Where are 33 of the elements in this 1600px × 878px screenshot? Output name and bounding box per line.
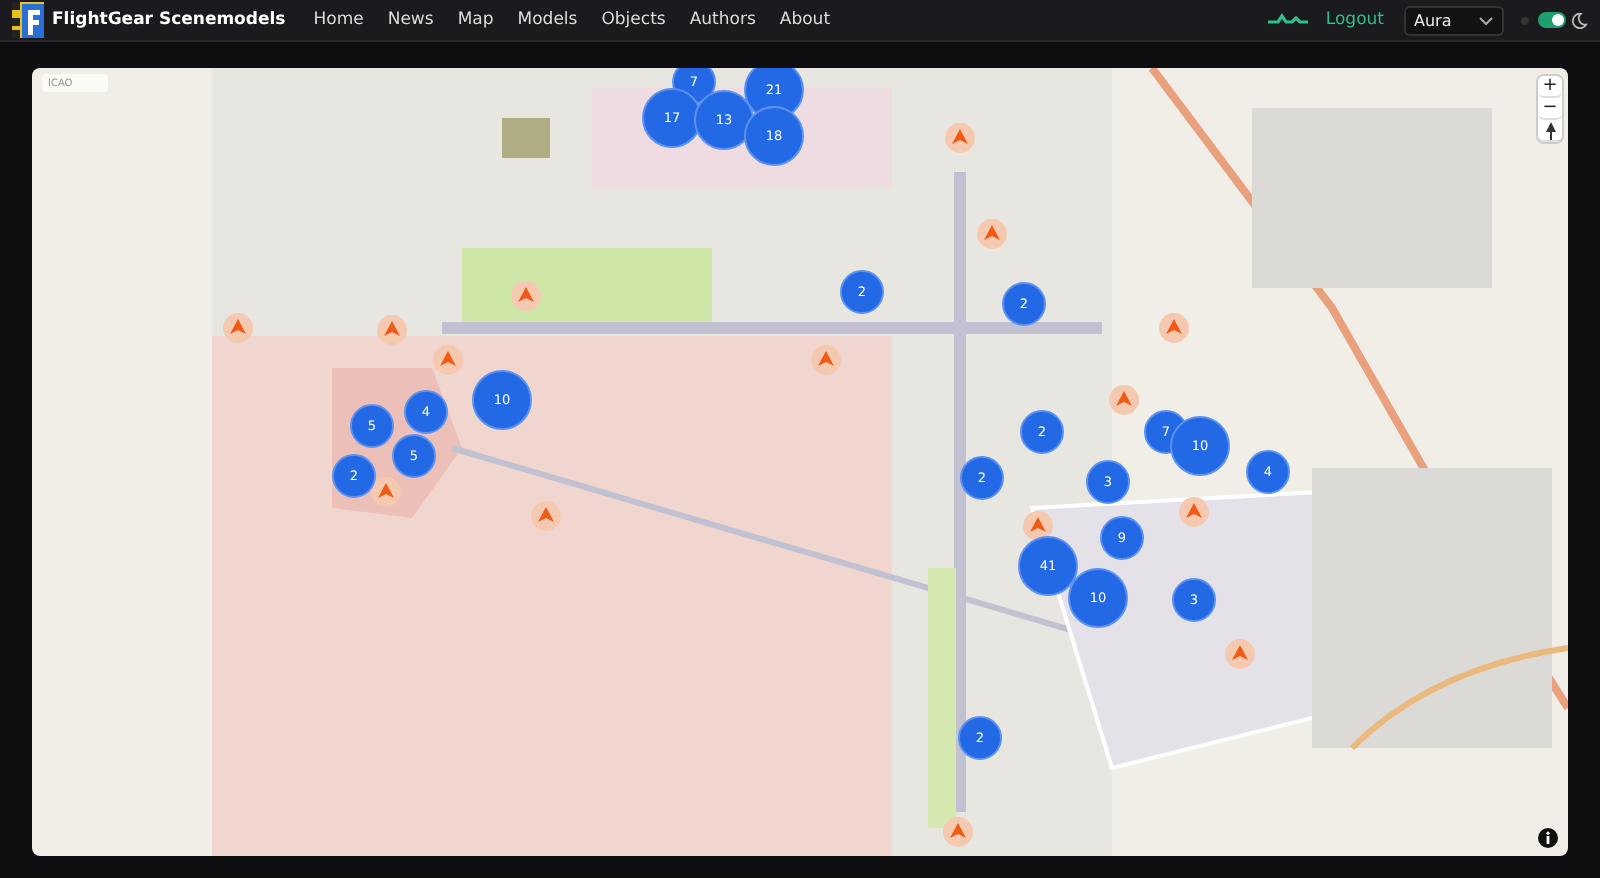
airport-marker-icon[interactable] [510,280,542,312]
airport-marker-icon[interactable] [810,344,842,376]
zoom-in-button[interactable]: + [1538,76,1562,98]
airport-marker-icon[interactable] [1108,384,1140,416]
chevron-icon [1478,15,1494,25]
moon-icon [1570,11,1588,29]
airport-marker-icon[interactable] [1158,312,1190,344]
airport-marker-icon[interactable] [530,500,562,532]
nav-link[interactable]: News [387,10,434,30]
logout-link[interactable]: Logout [1325,10,1384,30]
theme-select[interactable]: Aura [1404,5,1504,35]
north-arrow-icon [1545,121,1555,139]
brand-title[interactable]: FlightGear Scenemodels [52,10,286,30]
nav-link[interactable]: Objects [601,10,666,30]
airport-marker-icon[interactable] [1224,638,1256,670]
airport-marker-icon[interactable] [942,816,974,848]
nav-link[interactable]: Map [457,10,494,30]
airport-marker-icon[interactable] [944,122,976,154]
airport-marker-icon[interactable] [976,218,1008,250]
info-icon[interactable] [1538,828,1558,848]
nav-link[interactable]: Authors [689,10,756,30]
airport-marker-icon[interactable] [432,344,464,376]
north-arrow-button[interactable] [1538,120,1562,142]
dark-mode-toggle[interactable] [1538,12,1566,28]
airport-marker-icon[interactable] [1022,510,1054,542]
nav-link[interactable]: Home [313,10,364,30]
airport-marker-icon[interactable] [1178,496,1210,528]
nav-link[interactable]: About [779,10,831,30]
airport-marker-icon[interactable] [222,312,254,344]
nav-link[interactable]: Models [517,10,578,30]
airport-marker-icon[interactable] [370,476,402,508]
wave-icon [1265,12,1310,28]
airport-marker-icon[interactable] [376,314,408,346]
